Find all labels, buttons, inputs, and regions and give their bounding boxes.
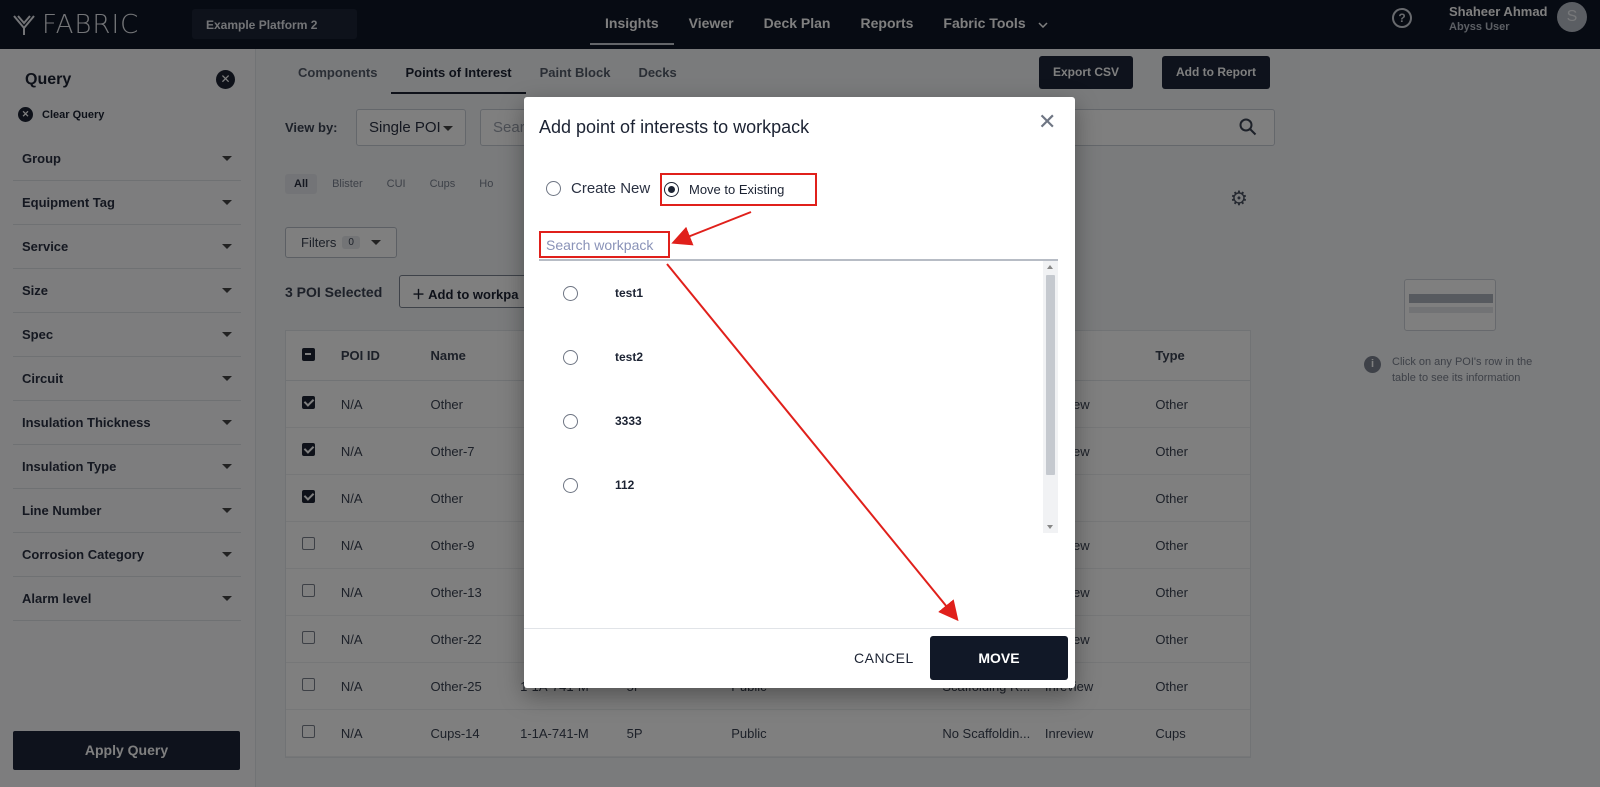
scroll-up-icon[interactable] — [1047, 265, 1053, 269]
dialog-title: Add point of interests to workpack — [539, 117, 810, 137]
workpack-option[interactable]: test1 — [539, 261, 1043, 325]
workpack-list: test1 test2 3333 112 — [539, 261, 1043, 531]
add-to-workpack-dialog: Add point of interests to workpack ✕ Cre… — [524, 97, 1075, 688]
workpack-label: test1 — [615, 286, 644, 300]
radio-button[interactable] — [563, 477, 578, 493]
cancel-button[interactable]: CANCEL — [854, 650, 914, 666]
radio-create-new-label: Create New — [571, 180, 651, 197]
radio-button[interactable] — [563, 285, 578, 301]
radio-create-new[interactable]: Create New — [546, 180, 650, 197]
radio-button[interactable] — [563, 349, 578, 365]
radio-button[interactable] — [546, 181, 561, 196]
radio-move-to-existing-label: Move to Existing — [689, 182, 785, 197]
move-button[interactable]: MOVE — [930, 636, 1068, 680]
workpack-option[interactable]: 112 — [539, 453, 1043, 517]
scroll-down-icon[interactable] — [1047, 525, 1053, 529]
workpack-label: test2 — [615, 350, 644, 364]
radio-move-to-existing[interactable]: Move to Existing — [660, 173, 817, 206]
workpack-option[interactable]: test2 — [539, 325, 1043, 389]
dialog-footer-divider — [524, 628, 1075, 629]
workpack-label: 3333 — [615, 414, 642, 428]
radio-button-selected[interactable] — [664, 182, 679, 197]
close-icon[interactable]: ✕ — [1038, 110, 1056, 135]
workpack-option[interactable]: 3333 — [539, 389, 1043, 453]
workpack-list-scrollbar[interactable] — [1043, 261, 1058, 533]
radio-button[interactable] — [563, 413, 578, 429]
search-workpack-input[interactable]: Search workpack — [539, 231, 670, 258]
workpack-mode-radio-group: Create New — [546, 180, 650, 197]
scrollbar-thumb[interactable] — [1046, 275, 1055, 475]
workpack-label: 112 — [615, 478, 635, 492]
